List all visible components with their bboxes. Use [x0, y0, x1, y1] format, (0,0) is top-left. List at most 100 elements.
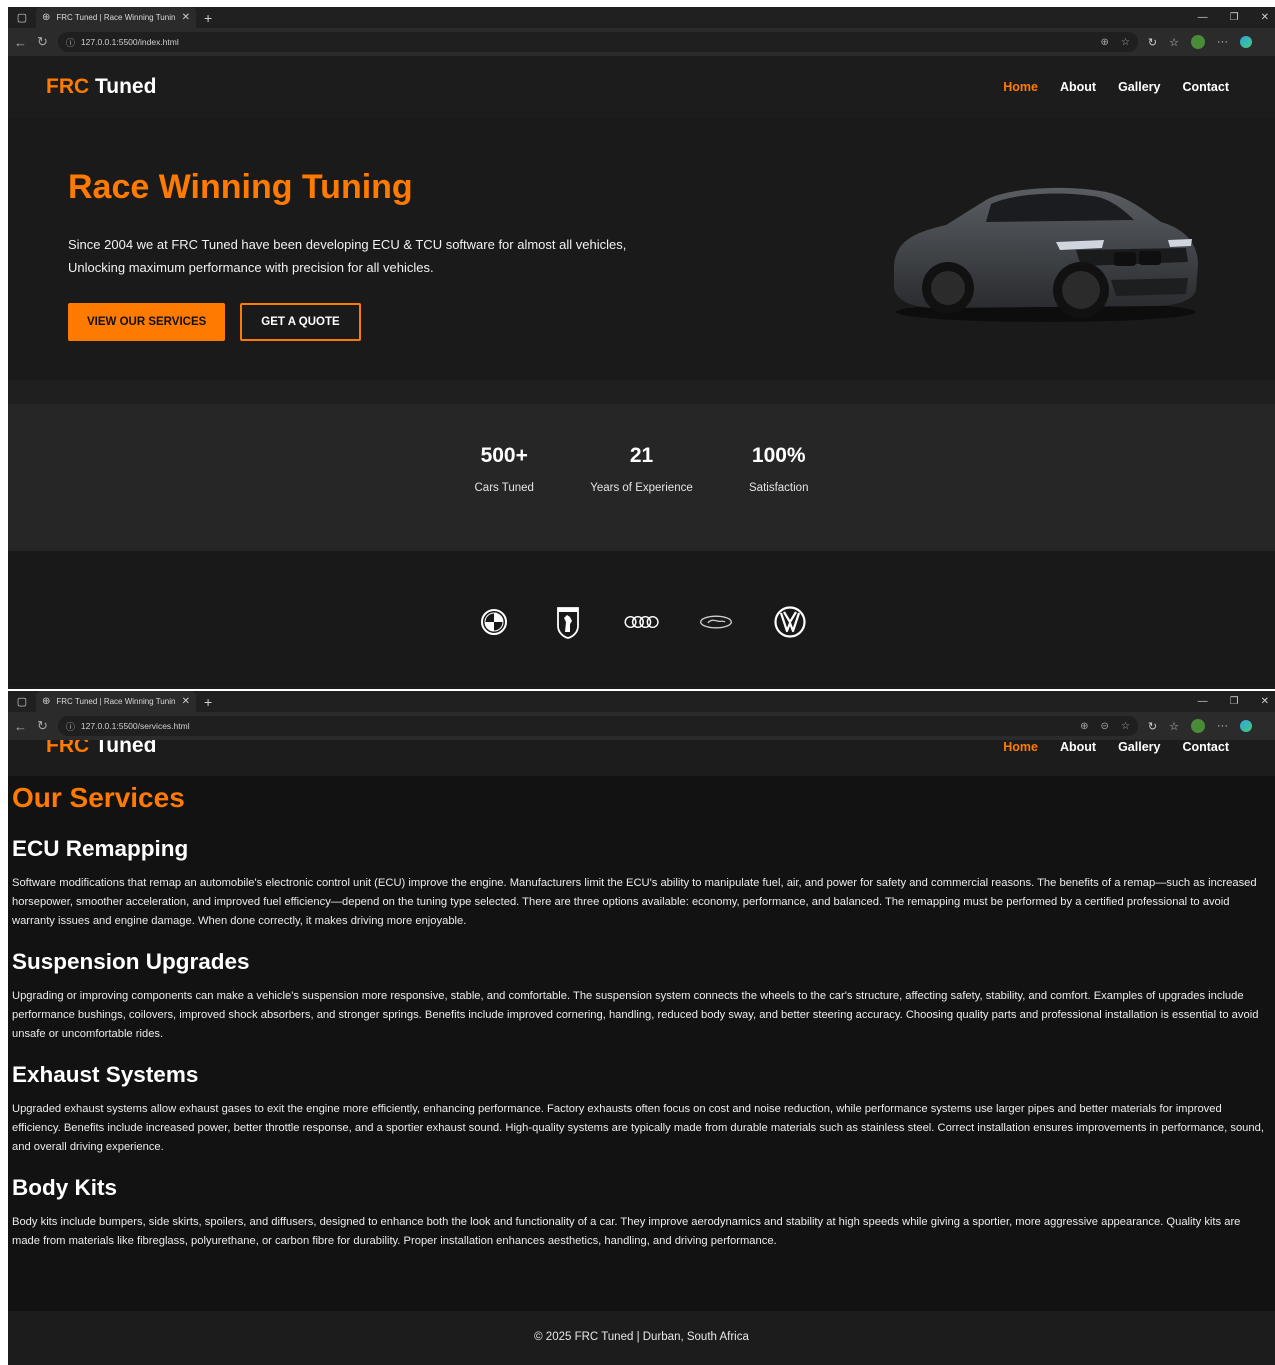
nav-about[interactable]: About: [1060, 740, 1096, 754]
more-icon[interactable]: ···: [1217, 720, 1228, 732]
volkswagen-logo-icon: [772, 602, 808, 642]
globe-icon: ⊕: [42, 12, 51, 23]
close-window-icon[interactable]: ✕: [1261, 12, 1269, 23]
tab-actions-icon[interactable]: ▢: [8, 11, 36, 24]
nav-contact[interactable]: Contact: [1182, 740, 1229, 754]
back-icon[interactable]: ←: [14, 35, 27, 50]
site-footer: © 2025 FRC Tuned | Durban, South Africa: [8, 1311, 1275, 1363]
tab-title: FRC Tuned | Race Winning Tunin: [56, 697, 176, 706]
window-controls: — ❐ ✕: [1198, 691, 1275, 712]
nav-about[interactable]: About: [1060, 80, 1096, 94]
hero-buttons: VIEW OUR SERVICES GET A QUOTE: [68, 303, 628, 341]
refresh-icon[interactable]: ↻: [37, 718, 48, 734]
browser-toolbar: ↻ ☆ ···: [1148, 719, 1252, 733]
favorites-bar-icon[interactable]: ☆: [1169, 36, 1179, 49]
url-text: 127.0.0.1:5500/index.html: [80, 37, 179, 47]
minimize-icon[interactable]: —: [1198, 12, 1208, 23]
brands-section: [8, 551, 1275, 686]
stat-label: Satisfaction: [749, 482, 809, 494]
ferrari-logo-icon: [550, 602, 586, 642]
service-suspension-upgrades: Suspension Upgrades Upgrading or improvi…: [12, 949, 1271, 1044]
get-quote-button[interactable]: GET A QUOTE: [240, 303, 361, 341]
address-bar[interactable]: ⓘ 127.0.0.1:5500/index.html ⊕ ☆: [57, 32, 1138, 52]
browser-window-services: ▢ ⊕ FRC Tuned | Race Winning Tunin ✕ + —…: [8, 691, 1275, 1365]
logo[interactable]: FRC Tuned: [46, 75, 156, 99]
globe-icon: ⊕: [42, 696, 51, 707]
favorites-bar-icon[interactable]: ☆: [1169, 720, 1179, 733]
favorite-icon[interactable]: ☆: [1121, 37, 1130, 48]
address-bar[interactable]: ⓘ 127.0.0.1:5500/services.html ⊕ ⊝ ☆: [57, 716, 1138, 736]
ford-logo-icon: [698, 602, 734, 642]
address-bar-row: ← ↻ ⓘ 127.0.0.1:5500/services.html ⊕ ⊝ ☆…: [8, 712, 1275, 740]
tab-title: FRC Tuned | Race Winning Tunin: [56, 13, 176, 22]
close-window-icon[interactable]: ✕: [1261, 696, 1269, 707]
zoom-icon[interactable]: ⊕: [1101, 37, 1109, 48]
reader-icon[interactable]: ⊝: [1101, 721, 1109, 732]
hero-content: Race Winning Tuning Since 2004 we at FRC…: [68, 168, 628, 341]
main-nav: Home About Gallery Contact: [1003, 740, 1229, 754]
profile-icon[interactable]: [1191, 719, 1205, 733]
info-icon[interactable]: ⓘ: [66, 36, 75, 49]
service-heading: Exhaust Systems: [12, 1062, 199, 1087]
copilot-icon[interactable]: [1240, 36, 1252, 48]
stat-label: Cars Tuned: [474, 482, 534, 494]
browser-toolbar: ↻ ☆ ···: [1148, 35, 1252, 49]
service-text: Software modifications that remap an aut…: [12, 877, 1257, 927]
info-icon[interactable]: ⓘ: [66, 720, 75, 733]
site-header: FRC Tuned Home About Gallery Contact: [8, 734, 1275, 776]
favorite-icon[interactable]: ☆: [1121, 721, 1130, 732]
restore-icon[interactable]: ❐: [1230, 696, 1239, 707]
profile-icon[interactable]: [1191, 35, 1205, 49]
back-icon[interactable]: ←: [14, 719, 27, 734]
url-text: 127.0.0.1:5500/services.html: [80, 721, 190, 731]
service-text: Body kits include bumpers, side skirts, …: [12, 1216, 1241, 1247]
new-tab-icon[interactable]: +: [204, 10, 212, 26]
new-tab-icon[interactable]: +: [204, 694, 212, 710]
more-icon[interactable]: ···: [1217, 36, 1228, 48]
stat-value: 500+: [480, 444, 528, 467]
service-body-kits: Body Kits Body kits include bumpers, sid…: [12, 1175, 1271, 1251]
hero-divider: [8, 380, 1275, 404]
stat-years-experience: 21 Years of Experience: [590, 444, 693, 551]
nav-home[interactable]: Home: [1003, 80, 1038, 94]
browser-tab[interactable]: ⊕ FRC Tuned | Race Winning Tunin ✕: [36, 691, 196, 712]
browser-window-home: ▢ ⊕ FRC Tuned | Race Winning Tunin ✕ + —…: [8, 7, 1275, 689]
stat-label: Years of Experience: [590, 482, 693, 494]
service-heading: Body Kits: [12, 1175, 118, 1200]
address-bar-row: ← ↻ ⓘ 127.0.0.1:5500/index.html ⊕ ☆ ↻ ☆ …: [8, 28, 1275, 56]
minimize-icon[interactable]: —: [1198, 696, 1208, 707]
zoom-icon[interactable]: ⊕: [1080, 721, 1088, 732]
service-text: Upgraded exhaust systems allow exhaust g…: [12, 1103, 1264, 1153]
restore-icon[interactable]: ❐: [1230, 12, 1239, 23]
hero-section: Race Winning Tuning Since 2004 we at FRC…: [8, 118, 1275, 380]
nav-contact[interactable]: Contact: [1182, 80, 1229, 94]
service-heading: ECU Remapping: [12, 836, 189, 861]
site-header: FRC Tuned Home About Gallery Contact: [8, 56, 1275, 118]
bmw-logo-icon: [476, 602, 512, 642]
nav-gallery[interactable]: Gallery: [1118, 80, 1160, 94]
logo-rest: Tuned: [89, 75, 157, 98]
tab-bar: ▢ ⊕ FRC Tuned | Race Winning Tunin ✕ + —…: [8, 7, 1275, 28]
stat-value: 21: [629, 444, 654, 467]
extension-icon[interactable]: ↻: [1148, 720, 1157, 733]
stat-value: 100%: [751, 444, 806, 467]
browser-tab[interactable]: ⊕ FRC Tuned | Race Winning Tunin ✕: [36, 7, 196, 28]
stats-section: 500+ Cars Tuned 21 Years of Experience 1…: [8, 404, 1275, 551]
service-ecu-remapping: ECU Remapping Software modifications tha…: [12, 836, 1271, 931]
services-title: Our Services: [12, 782, 185, 813]
nav-home[interactable]: Home: [1003, 740, 1038, 754]
hero-text: Since 2004 we at FRC Tuned have been dev…: [68, 237, 627, 275]
service-heading: Suspension Upgrades: [12, 949, 250, 974]
tab-actions-icon[interactable]: ▢: [8, 695, 36, 708]
service-text: Upgrading or improving components can ma…: [12, 990, 1259, 1040]
nav-gallery[interactable]: Gallery: [1118, 740, 1160, 754]
close-tab-icon[interactable]: ✕: [182, 696, 190, 707]
close-tab-icon[interactable]: ✕: [182, 12, 190, 23]
car-image: [894, 187, 1198, 322]
copilot-icon[interactable]: [1240, 720, 1252, 732]
main-nav: Home About Gallery Contact: [1003, 80, 1229, 94]
extension-icon[interactable]: ↻: [1148, 36, 1157, 49]
refresh-icon[interactable]: ↻: [37, 34, 48, 50]
view-services-button[interactable]: VIEW OUR SERVICES: [68, 303, 226, 341]
audi-logo-icon: [623, 602, 660, 642]
